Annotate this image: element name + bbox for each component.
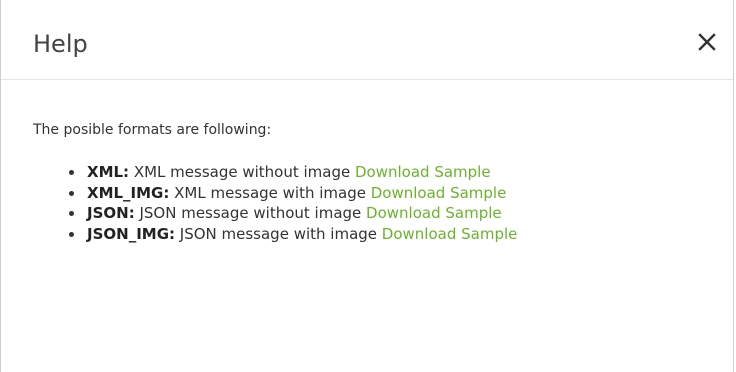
- format-name: XML:: [87, 163, 130, 181]
- format-name: JSON:: [87, 204, 135, 222]
- list-item-xml: XML: XML message without image Download …: [85, 162, 701, 183]
- close-button[interactable]: [695, 30, 719, 54]
- format-description: XML message without image: [129, 163, 355, 181]
- intro-text: The posible formats are following:: [33, 122, 272, 138]
- download-sample-link-json-img[interactable]: Download Sample: [382, 225, 518, 243]
- close-icon: [698, 33, 716, 51]
- format-list: XML: XML message without image Download …: [33, 162, 701, 244]
- download-sample-link-json[interactable]: Download Sample: [366, 204, 502, 222]
- format-name: XML_IMG:: [87, 183, 170, 202]
- help-dialog: Help The posible formats are following: …: [0, 0, 734, 372]
- format-name: JSON_IMG:: [87, 224, 176, 243]
- list-item-json-img: JSON_IMG: JSON message with image Downlo…: [85, 224, 701, 245]
- format-description: JSON message with image: [175, 224, 382, 243]
- list-item-xml-img: XML_IMG: XML message with image Download…: [85, 183, 701, 204]
- format-description: XML message with image: [169, 183, 371, 202]
- list-item-json: JSON: JSON message without image Downloa…: [85, 203, 701, 224]
- dialog-header: Help: [1, 0, 733, 80]
- format-description: JSON message without image: [134, 204, 367, 222]
- dialog-body: The posible formats are following: XML: …: [1, 80, 733, 244]
- dialog-title: Help: [33, 30, 88, 58]
- download-sample-link-xml[interactable]: Download Sample: [355, 163, 491, 181]
- download-sample-link-xml-img[interactable]: Download Sample: [371, 184, 507, 202]
